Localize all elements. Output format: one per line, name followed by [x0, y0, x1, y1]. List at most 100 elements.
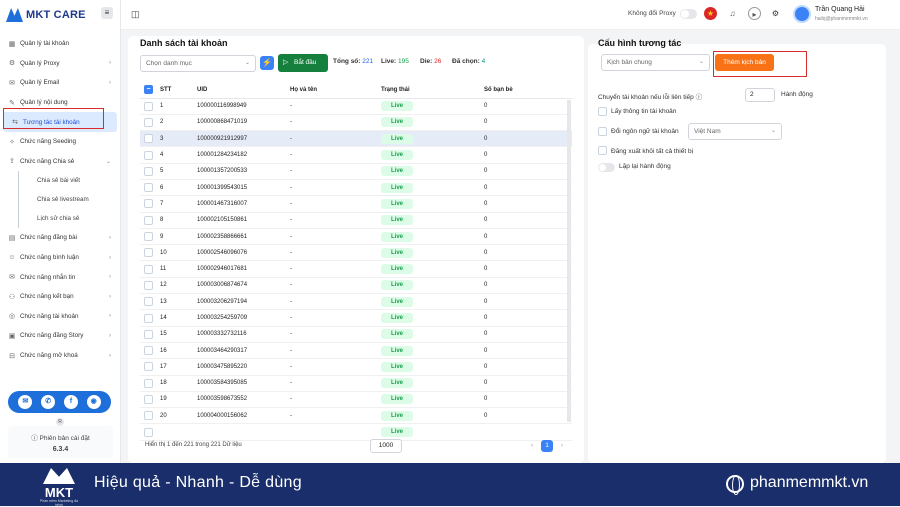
filter-button[interactable]: ⚡: [260, 56, 274, 70]
repeat-toggle[interactable]: [598, 163, 615, 172]
row-checkbox[interactable]: [140, 98, 156, 115]
row-friends: 0: [480, 375, 572, 392]
row-checkbox[interactable]: [140, 342, 156, 360]
sidebar-item[interactable]: ✎ Quản lý nội dung: [0, 93, 120, 113]
row-checkbox[interactable]: [140, 228, 156, 246]
sidebar-item[interactable]: ⇪ Chức năng Chia sẻ ⌄: [0, 152, 120, 172]
change-language-checkbox[interactable]: [598, 127, 607, 136]
play-icon[interactable]: ▸: [748, 7, 761, 20]
col-friends[interactable]: Số bạn bè: [480, 82, 572, 99]
row-checkbox[interactable]: [140, 277, 156, 295]
table-row[interactable]: 4 100001284234182- Live 0: [140, 146, 572, 164]
table-row[interactable]: 9 100002358866661- Live 0: [140, 228, 572, 246]
table-row[interactable]: 18 100003584395085- Live 0: [140, 375, 572, 392]
sidebar-item[interactable]: ▣ Chức năng đăng Story ›: [0, 326, 120, 346]
table-row[interactable]: 17 100003475895220- Live 0: [140, 358, 572, 376]
row-checkbox[interactable]: [140, 260, 156, 278]
table-row[interactable]: 14 100003254259709- Live 0: [140, 309, 572, 327]
page-button[interactable]: 1: [541, 440, 553, 452]
table-row[interactable]: 6 100001399543015- Live 0: [140, 179, 572, 197]
row-checkbox[interactable]: [140, 407, 156, 425]
category-select[interactable]: Chọn danh mục ⌄: [140, 55, 256, 72]
row-checkbox[interactable]: [140, 391, 156, 409]
row-checkbox[interactable]: [140, 212, 156, 229]
row-checkbox[interactable]: [140, 326, 156, 343]
next-page-button[interactable]: ›: [556, 440, 568, 452]
row-friends: 0: [480, 195, 572, 213]
bell-icon[interactable]: ♫: [726, 7, 739, 20]
status-badge: Live: [381, 361, 413, 372]
table-row[interactable]: 2 100000868471019- Live 0: [140, 114, 572, 132]
row-checkbox[interactable]: [140, 375, 156, 392]
table-row[interactable]: 15 100003332732116- Live 0: [140, 326, 572, 343]
sidebar-item[interactable]: ⚇ Chức năng kết bạn ›: [0, 287, 120, 307]
layout-icon[interactable]: ◫: [131, 9, 140, 20]
table-row[interactable]: 10 100002546096076- Live 0: [140, 244, 572, 262]
avatar[interactable]: [793, 5, 811, 23]
table-scrollbar[interactable]: [567, 100, 571, 422]
table-row[interactable]: 20 100004000156062- Live 0: [140, 407, 572, 425]
facebook-icon[interactable]: f: [63, 395, 78, 409]
table-row[interactable]: 1 100000116998949- Live 0: [140, 98, 572, 115]
sidebar-item[interactable]: ✉ Quản lý Email ›: [0, 73, 120, 93]
sidebar-item[interactable]: Chia sẻ livestream: [18, 190, 120, 210]
col-stt[interactable]: STT: [156, 82, 193, 99]
sidebar-item-icon: ⇆: [12, 119, 18, 127]
table-row[interactable]: 16 100003464290317- Live 0: [140, 342, 572, 360]
logout-all-checkbox[interactable]: [598, 146, 607, 155]
sidebar-item[interactable]: ⇆ Tương tác tài khoản: [3, 112, 117, 132]
sidebar-item[interactable]: Chia sẻ bài viết: [18, 171, 120, 191]
support-icon[interactable]: ✉: [18, 395, 33, 409]
row-checkbox[interactable]: [140, 244, 156, 262]
prev-page-button[interactable]: ‹: [526, 440, 538, 452]
row-checkbox[interactable]: [140, 130, 156, 148]
table-row[interactable]: 19 100003598673552- Live 0: [140, 391, 572, 409]
row-checkbox[interactable]: [140, 114, 156, 132]
language-select[interactable]: Việt Nam ⌄: [688, 123, 782, 140]
sidebar-item[interactable]: ✉ Chức năng nhắn tin ›: [0, 267, 120, 287]
sidebar-item[interactable]: ◎ Chức năng tài khoản ›: [0, 307, 120, 327]
table-row[interactable]: 7 100001467316007- Live 0: [140, 195, 572, 213]
page-size-select[interactable]: 1000: [370, 439, 402, 453]
sidebar-item[interactable]: ✧ Chức năng Seeding: [0, 132, 120, 152]
script-select[interactable]: Kịch bản chung ⌄: [601, 54, 710, 71]
row-checkbox[interactable]: [140, 146, 156, 164]
proxy-toggle[interactable]: [680, 9, 697, 19]
table-row[interactable]: 5 100001357200533- Live 0: [140, 163, 572, 180]
sidebar-item-icon: ⇪: [9, 158, 15, 166]
select-all-checkbox[interactable]: −: [140, 82, 156, 99]
messenger-icon[interactable]: ✆: [41, 395, 56, 409]
col-uid[interactable]: UID: [193, 82, 286, 99]
table-row[interactable]: 8 100002105150861- Live 0: [140, 212, 572, 229]
app-logo[interactable]: MKT CARE: [6, 6, 86, 24]
switch-count-input[interactable]: 2: [745, 88, 775, 102]
row-checkbox[interactable]: [140, 423, 156, 441]
sidebar-item[interactable]: ⊟ Chức năng mở khoá ›: [0, 346, 120, 366]
row-checkbox[interactable]: [140, 358, 156, 376]
row-checkbox[interactable]: [140, 195, 156, 213]
gear-icon[interactable]: ⚙: [769, 7, 782, 20]
sidebar-item[interactable]: Lịch sử chia sẻ: [18, 209, 120, 229]
row-checkbox[interactable]: [140, 309, 156, 327]
get-info-checkbox[interactable]: [598, 107, 607, 116]
get-info-label: Lấy thông tin tài khoản: [611, 108, 677, 115]
table-row[interactable]: 11 100002946017681- Live 0: [140, 260, 572, 278]
table-row[interactable]: Live: [140, 423, 572, 441]
sidebar-item[interactable]: ▤ Chức năng đăng bài ›: [0, 228, 120, 248]
table-row[interactable]: 13 100003206297194- Live 0: [140, 293, 572, 311]
menu-toggle-button[interactable]: ≡: [101, 7, 113, 19]
row-uid: 100003584395085: [193, 375, 286, 392]
start-button[interactable]: Bắt đầu: [278, 54, 328, 72]
sidebar-item[interactable]: ▦ Quản lý tài khoản: [0, 34, 120, 54]
table-row[interactable]: 12 100003006874674- Live 0: [140, 277, 572, 295]
sidebar-item[interactable]: ☺ Chức năng bình luận ›: [0, 248, 120, 268]
sidebar-item[interactable]: ⚙ Quản lý Proxy ›: [0, 54, 120, 74]
globe-icon[interactable]: ◉: [86, 395, 101, 409]
vietnam-flag-icon[interactable]: ★: [704, 7, 717, 20]
row-checkbox[interactable]: [140, 293, 156, 311]
table-row[interactable]: 3 100000921912997- Live 0: [140, 130, 572, 148]
row-checkbox[interactable]: [140, 163, 156, 180]
row-checkbox[interactable]: [140, 179, 156, 197]
col-name[interactable]: Họ và tên: [286, 82, 377, 99]
col-status[interactable]: Trạng thái: [377, 82, 480, 99]
